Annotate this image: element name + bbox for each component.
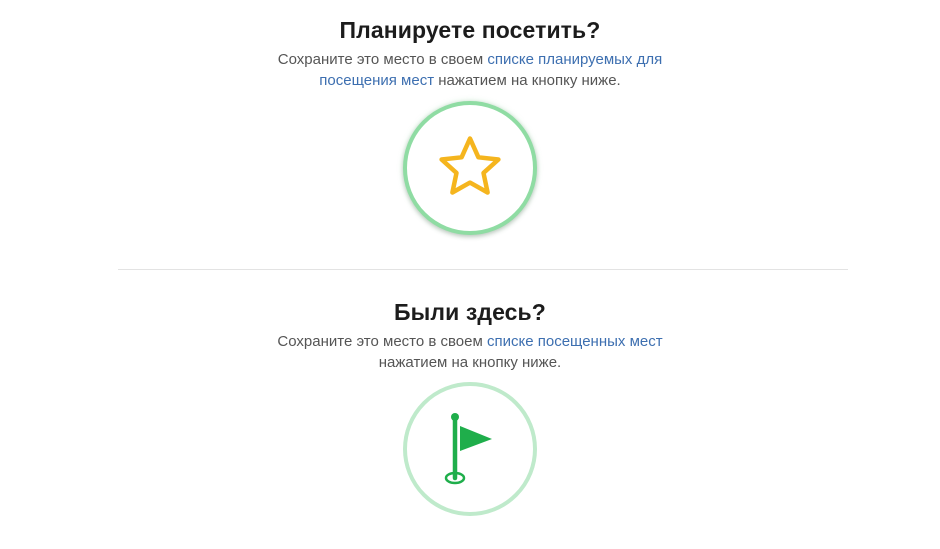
plan-to-visit-section: Планируете посетить? Сохраните это место… [0, 14, 940, 235]
visited-places-list-link[interactable]: списке посещенных мест [487, 333, 663, 350]
been-here-section: Были здесь? Сохраните это место в своем … [0, 296, 940, 516]
been-here-title: Были здесь? [394, 299, 546, 325]
flag-icon [444, 413, 492, 485]
add-to-planned-button[interactable] [403, 101, 537, 235]
star-icon [439, 136, 501, 195]
visited-desc-text-after: нажатием на кнопку ниже. [378, 354, 562, 371]
visited-desc-text-before: Сохраните это место в своем [277, 333, 487, 350]
been-here-description: Сохраните это место в своем списке посещ… [250, 331, 690, 373]
plan-to-visit-description: Сохраните это место в своем списке плани… [250, 49, 690, 91]
section-divider [118, 269, 848, 270]
add-to-visited-button[interactable] [403, 382, 537, 516]
plan-desc-text-after: нажатием на кнопку ниже. [434, 72, 621, 89]
plan-desc-text-before: Сохраните это место в своем [277, 51, 488, 68]
plan-to-visit-title: Планируете посетить? [339, 17, 601, 43]
